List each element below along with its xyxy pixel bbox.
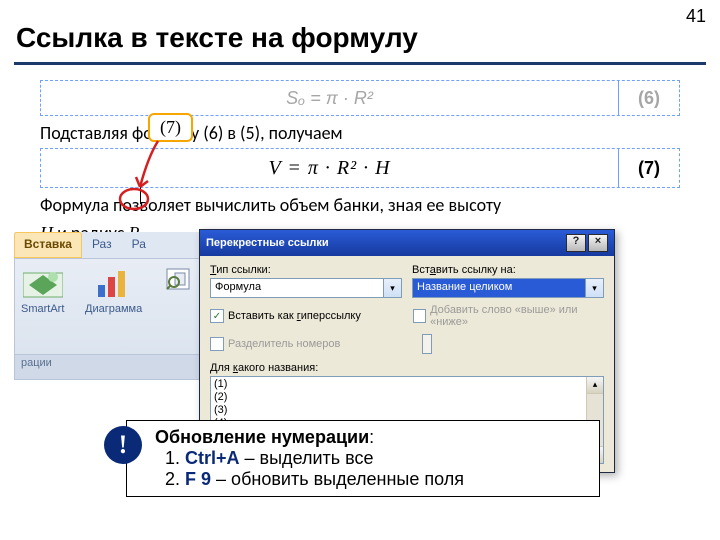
crossref-icon	[165, 267, 193, 293]
list-item[interactable]: (1)	[214, 378, 600, 391]
ribbon-tabs: Вставка Раз Ра	[14, 232, 219, 258]
formula-row-6: Sₒ = π · R² (6)	[40, 80, 680, 116]
slide-title: Ссылка в тексте на формулу	[16, 22, 418, 54]
formula-6-equation: Sₒ = π · R²	[41, 88, 618, 109]
ribbon-group-label: рации	[14, 355, 219, 380]
type-value: Формула	[210, 278, 384, 298]
formula-6-number: (6)	[619, 88, 679, 109]
ribbon-chart-label: Диаграмма	[85, 303, 142, 315]
ribbon-tab-2[interactable]: Раз	[82, 232, 122, 258]
title-rule	[14, 62, 706, 65]
exclamation-icon: !	[104, 426, 142, 464]
ribbon-smartart-button[interactable]: SmartArt	[21, 267, 64, 315]
checkbox-checked-icon[interactable]: ✓	[210, 309, 224, 323]
type-combobox[interactable]: Формула ▾	[210, 278, 402, 298]
dropdown-icon[interactable]: ▾	[586, 278, 604, 298]
tip-note: ! Обновление нумерации: 1. Ctrl+A – выде…	[104, 420, 600, 512]
list-item[interactable]: (2)	[214, 391, 600, 404]
ribbon-body: SmartArt Диаграмма	[14, 258, 219, 355]
checkbox-unchecked-icon	[210, 337, 224, 351]
formula-7-number: (7)	[619, 158, 679, 179]
tip-box: Обновление нумерации: 1. Ctrl+A – выдели…	[126, 420, 600, 497]
dialog-title: Перекрестные ссылки	[206, 237, 564, 249]
dialog-close-button[interactable]: ×	[588, 234, 608, 252]
smartart-icon	[23, 267, 63, 301]
ribbon-smartart-label: SmartArt	[21, 303, 64, 315]
ribbon-tab-insert[interactable]: Вставка	[14, 232, 82, 258]
callout-arrow-icon	[118, 137, 178, 211]
insert-on-combobox[interactable]: Название целиком ▾	[412, 278, 604, 298]
separator-input	[422, 334, 432, 354]
ribbon-chart-button[interactable]: Диаграмма	[85, 267, 142, 315]
dialog-titlebar[interactable]: Перекрестные ссылки ? ×	[200, 230, 614, 256]
hyperlink-checkbox-label: Вставить как гиперссылку	[228, 310, 361, 322]
insert-on-value: Название целиком	[412, 278, 586, 298]
list-item[interactable]: (3)	[214, 404, 600, 417]
insert-on-label: Вставить ссылку на:	[412, 264, 604, 276]
page-number: 41	[686, 6, 706, 27]
word-ribbon: Вставка Раз Ра SmartArt Диаграмма рации	[14, 232, 219, 386]
callout-insert-ref: (7)	[148, 113, 193, 142]
ribbon-tab-3[interactable]: Ра	[122, 232, 156, 258]
dialog-help-button[interactable]: ?	[566, 234, 586, 252]
type-label: ТТип ссылки:ип ссылки:	[210, 264, 402, 276]
aboveword-checkbox-row: Добавить слово «выше» или «ниже»	[413, 304, 604, 328]
separator-label: Разделитель номеров	[228, 338, 340, 350]
dropdown-icon[interactable]: ▾	[384, 278, 402, 298]
aboveword-checkbox-label: Добавить слово «выше» или «ниже»	[430, 304, 604, 328]
separator-checkbox-row: Разделитель номеров	[210, 334, 410, 354]
scroll-up-icon[interactable]: ▴	[587, 377, 603, 394]
chart-icon	[94, 267, 134, 301]
ribbon-crossref-button[interactable]	[165, 267, 193, 295]
checkbox-unchecked-icon	[413, 309, 426, 323]
list-label: Для какого названия:	[210, 362, 604, 374]
hyperlink-checkbox-row[interactable]: ✓ Вставить как гиперссылку	[210, 304, 401, 328]
